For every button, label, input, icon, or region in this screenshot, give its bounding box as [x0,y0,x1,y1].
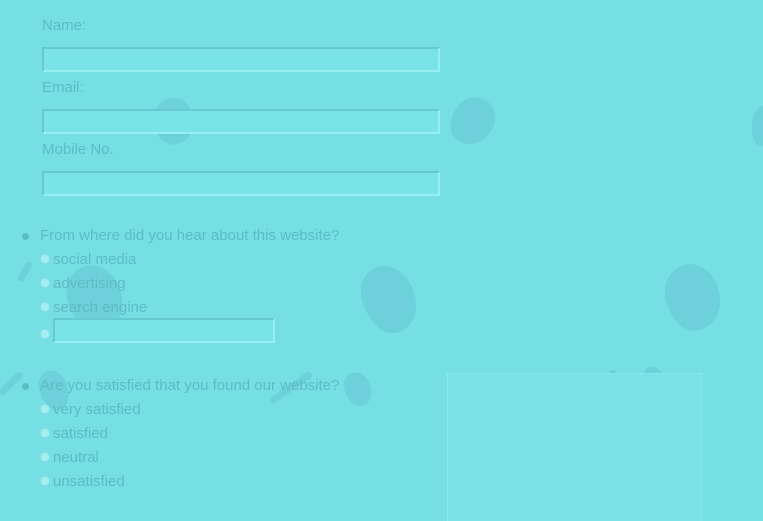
name-field[interactable] [42,47,440,72]
list-bullet [22,233,29,240]
radio-button[interactable] [40,404,50,414]
radio-button[interactable] [40,254,50,264]
radio-button[interactable] [40,476,50,486]
radio-button[interactable] [40,329,50,339]
email-label: Email: [42,79,84,96]
list-bullet [22,383,29,390]
radio-button[interactable] [40,428,50,438]
radio-button[interactable] [40,452,50,462]
option-label: unsatisfied [53,473,125,490]
satisfaction-question: Are you satisfied that you found our web… [22,377,340,394]
radio-button[interactable] [40,278,50,288]
option-label: neutral [53,449,99,466]
mobile-field[interactable] [42,171,440,196]
name-label: Name: [42,17,87,34]
option-label: social media [53,251,137,268]
source-question-label: From where did you hear about this websi… [40,227,340,244]
mobile-label: Mobile No. [42,141,114,158]
email-field[interactable] [42,109,440,134]
radio-button[interactable] [40,302,50,312]
option-label: very satisfied [53,401,141,418]
other-source-field[interactable] [53,318,275,343]
option-label: satisfied [53,425,109,442]
option-label: search engine [53,299,148,316]
source-question: From where did you hear about this websi… [22,227,340,244]
satisfaction-question-label: Are you satisfied that you found our web… [40,377,340,394]
option-label: advertising [53,275,126,292]
survey-form: Name: Email: Mobile No. From where did y… [0,0,763,520]
